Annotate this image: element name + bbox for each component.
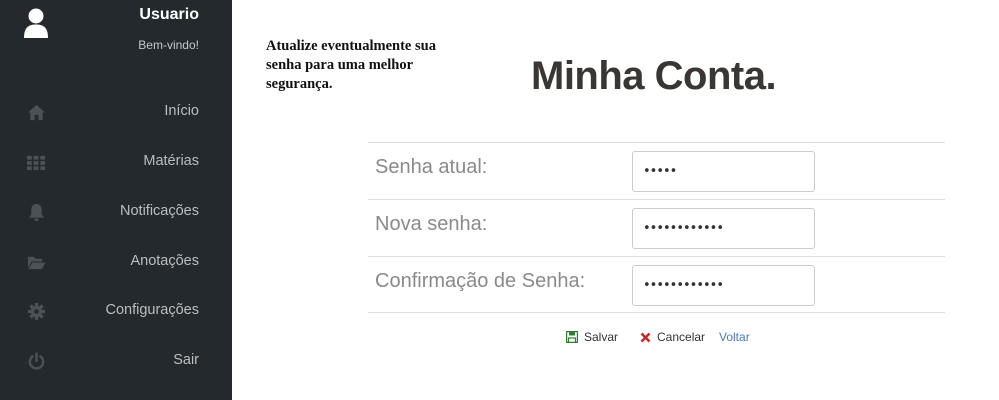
current-password-label: Senha atual: — [375, 156, 488, 178]
sidebar-item-notificacoes[interactable]: Notificações — [0, 194, 232, 230]
sidebar: Usuario Bem-vindo! Início Matérias Notif… — [0, 0, 232, 400]
sidebar-item-materias[interactable]: Matérias — [0, 144, 232, 180]
security-tip: Atualize eventualmente sua senha para um… — [266, 38, 436, 92]
cancel-label: Cancelar — [657, 330, 706, 344]
save-label: Salvar — [584, 330, 619, 344]
current-password-input[interactable] — [632, 151, 815, 192]
user-avatar-icon — [24, 8, 48, 38]
bell-icon — [28, 203, 45, 222]
grid-icon — [27, 155, 46, 171]
sidebar-item-label: Matérias — [143, 153, 199, 169]
close-icon — [640, 332, 651, 342]
new-password-input[interactable] — [632, 208, 815, 249]
save-icon — [566, 331, 578, 343]
user-name: Usuario — [139, 6, 199, 23]
new-password-label: Nova senha: — [375, 213, 488, 235]
sidebar-item-label: Configurações — [105, 302, 200, 318]
form-row-new-password: Nova senha: — [368, 199, 945, 256]
welcome-text: Bem-vindo! — [138, 38, 199, 52]
sidebar-item-sair[interactable]: Sair — [0, 343, 232, 379]
sidebar-item-configuracoes[interactable]: Configurações — [0, 293, 232, 329]
sidebar-item-label: Início — [164, 103, 199, 119]
confirm-password-input[interactable] — [632, 265, 815, 306]
sidebar-item-inicio[interactable]: Início — [0, 94, 232, 130]
confirm-password-label: Confirmação de Senha: — [375, 270, 586, 292]
form-row-current-password: Senha atual: — [368, 142, 945, 199]
sidebar-item-label: Anotações — [130, 253, 199, 269]
password-form: Senha atual: Nova senha: Confirmação de … — [368, 142, 945, 313]
page-title: Minha Conta. — [531, 54, 777, 98]
save-button[interactable]: Salvar — [566, 330, 618, 344]
folder-open-icon — [27, 256, 46, 270]
sidebar-item-anotacoes[interactable]: Anotações — [0, 244, 232, 280]
form-row-confirm-password: Confirmação de Senha: — [368, 256, 945, 313]
cancel-button[interactable]: Cancelar — [640, 330, 705, 344]
home-icon — [27, 104, 46, 121]
gear-icon — [27, 302, 46, 321]
sidebar-item-label: Sair — [173, 352, 199, 368]
power-icon — [28, 352, 45, 370]
sidebar-item-label: Notificações — [120, 203, 199, 219]
back-link[interactable]: Voltar — [719, 330, 750, 344]
